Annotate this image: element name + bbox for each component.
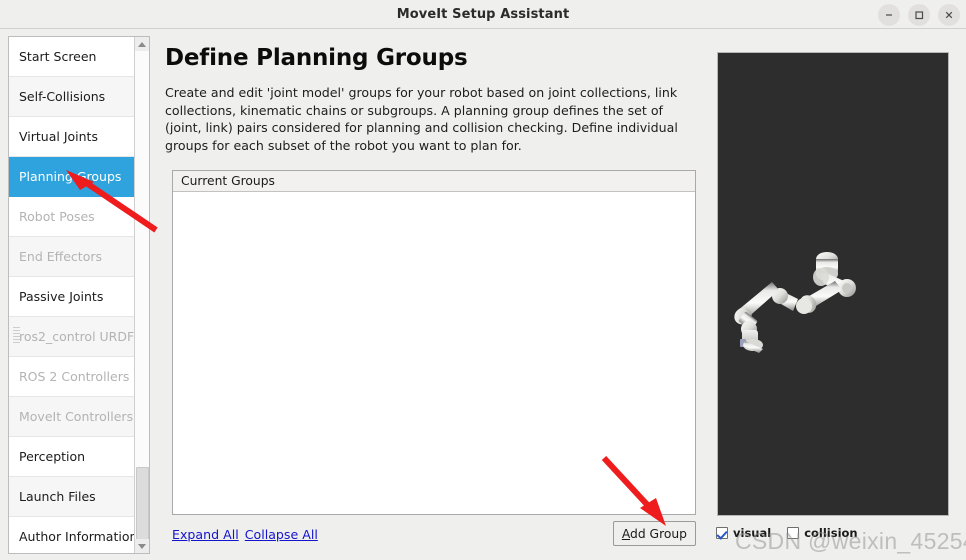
close-button[interactable] [938, 3, 960, 26]
robot-3d-viewport[interactable] [717, 52, 949, 516]
window-title: MoveIt Setup Assistant [396, 6, 570, 22]
robot-arm-render [734, 252, 856, 353]
sidebar-item-label: Perception [19, 449, 86, 464]
page-description: Create and edit 'joint model' groups for… [165, 85, 678, 153]
sidebar-item-label: Self-Collisions [19, 89, 106, 104]
minimize-button[interactable] [878, 3, 900, 26]
expand-collapse-links: Expand All Collapse All [172, 527, 318, 542]
viewport-canvas[interactable] [718, 53, 948, 515]
sidebar-item-label: ros2_control URDF M [19, 329, 136, 344]
maximize-icon [913, 9, 925, 21]
sidebar-item-launch-files[interactable]: Launch Files [9, 477, 136, 517]
scroll-up-button[interactable] [135, 37, 149, 51]
window-controls [878, 0, 960, 29]
current-groups-tree[interactable] [173, 192, 695, 513]
minimize-icon [883, 9, 895, 21]
maximize-button[interactable] [908, 3, 930, 26]
sidebar-item-label: Start Screen [19, 49, 97, 64]
sidebar-item-passive-joints[interactable]: Passive Joints [9, 277, 136, 317]
sidebar-item-label: End Effectors [19, 249, 103, 264]
sidebar-item-author-information[interactable]: Author Information [9, 517, 136, 553]
sidebar-item-label: Virtual Joints [19, 129, 98, 144]
checkbox-label: collision [804, 526, 858, 540]
sidebar-item-moveit-controllers: MoveIt Controllers [9, 397, 136, 437]
sidebar-item-ros2-control-urdf-m: ros2_control URDF M [9, 317, 136, 357]
scroll-down-button[interactable] [135, 539, 149, 553]
sidebar-item-label: Passive Joints [19, 289, 104, 304]
checkbox-label: visual [733, 526, 772, 540]
groups-toolbar: Expand All Collapse All Add Group [172, 521, 696, 551]
sidebar-item-end-effectors: End Effectors [9, 237, 136, 277]
collapse-all-link[interactable]: Collapse All [245, 527, 318, 542]
sidebar-item-perception[interactable]: Perception [9, 437, 136, 477]
sidebar: Start Screen Self-Collisions Virtual Joint… [8, 36, 150, 554]
display-options: visual collision [716, 526, 858, 540]
sidebar-item-label: Planning Groups [19, 169, 122, 184]
scroll-down-icon [138, 543, 146, 549]
splitter-grip[interactable] [13, 327, 20, 345]
add-group-button-label: Add Group [621, 526, 687, 541]
title-bar: MoveIt Setup Assistant [0, 0, 966, 29]
sidebar-item-self-collisions[interactable]: Self-Collisions [9, 77, 136, 117]
sidebar-item-label: MoveIt Controllers [19, 409, 134, 424]
close-icon [943, 9, 955, 21]
sidebar-item-robot-poses: Robot Poses [9, 197, 136, 237]
checkbox-visual[interactable]: visual [716, 526, 771, 540]
scrollbar-thumb[interactable] [136, 467, 149, 541]
page-title: Define Planning Groups [165, 45, 468, 71]
add-group-button[interactable]: Add Group [612, 521, 696, 546]
sidebar-item-label: ROS 2 Controllers [19, 369, 130, 384]
current-groups-panel: Current Groups [172, 170, 696, 515]
sidebar-item-label: Robot Poses [19, 209, 95, 224]
expand-all-link[interactable]: Expand All [172, 527, 239, 542]
sidebar-item-label: Launch Files [19, 489, 96, 504]
sidebar-item-start-screen[interactable]: Start Screen [9, 37, 136, 77]
sidebar-nav-list: Start Screen Self-Collisions Virtual Joint… [9, 37, 136, 553]
checkbox-collision[interactable]: collision [787, 526, 858, 540]
sidebar-scrollbar[interactable] [134, 37, 149, 553]
sidebar-item-label: Author Information [19, 529, 136, 544]
scroll-up-icon [138, 41, 146, 47]
main-content: Define Planning Groups Create and edit '… [158, 36, 706, 554]
empty-checkbox-icon[interactable] [787, 527, 800, 539]
sidebar-item-ros-2-controllers: ROS 2 Controllers [9, 357, 136, 397]
sidebar-item-virtual-joints[interactable]: Virtual Joints [9, 117, 136, 157]
current-groups-header: Current Groups [173, 171, 695, 192]
checkmark-icon[interactable] [716, 527, 728, 539]
sidebar-item-planning-groups[interactable]: Planning Groups [9, 157, 136, 197]
